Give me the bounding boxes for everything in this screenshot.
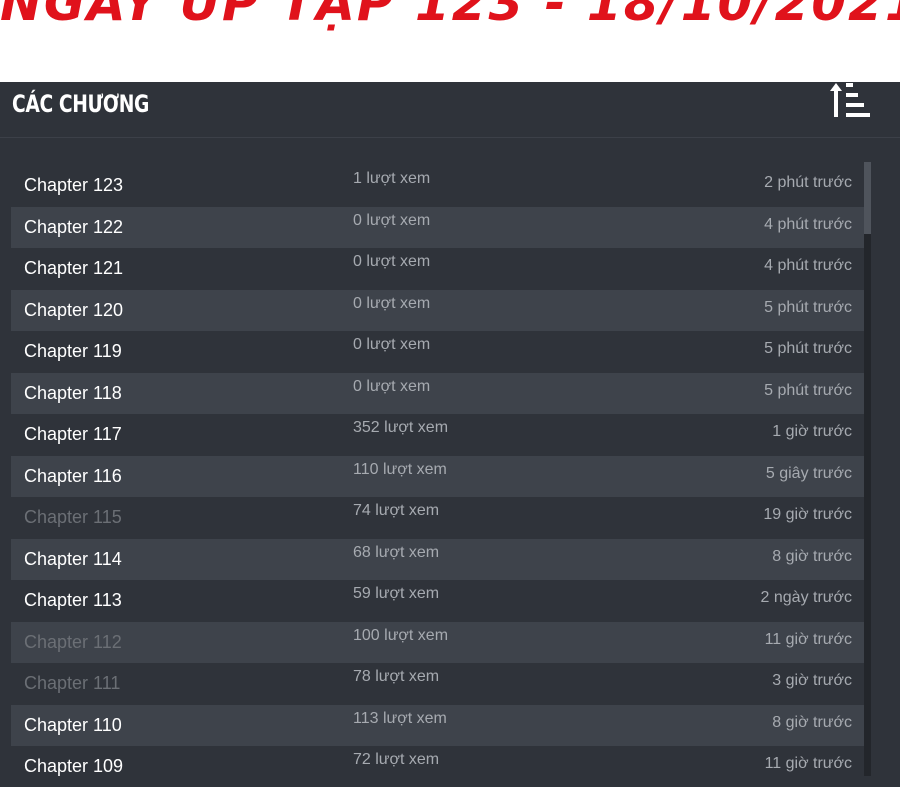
chapter-row[interactable]: Chapter 121 0 lượt xem 4 phút trước: [11, 248, 865, 290]
chapter-updated-time: 19 giờ trước: [763, 506, 852, 523]
chapter-link[interactable]: Chapter 120: [24, 300, 123, 321]
chapter-view-count: 59 lượt xem: [353, 585, 440, 602]
panel-title: CÁC CHƯƠNG: [12, 90, 150, 118]
banner-text: NGÀY UP TẬP 123 - 18/10/2021: [0, 0, 900, 32]
chapter-view-count: 1 lượt xem: [353, 170, 431, 187]
chapter-row[interactable]: Chapter 117 352 lượt xem 1 giờ trước: [11, 414, 865, 456]
announcement-banner: NGÀY UP TẬP 123 - 18/10/2021: [0, 0, 900, 82]
chapter-list: Chapter 123 1 lượt xem 2 phút trước Chapter…: [11, 165, 865, 787]
chapter-view-count: 68 lượt xem: [353, 543, 440, 561]
chapter-view-count: 0 lượt xem: [353, 377, 431, 395]
chapter-updated-time: 8 giờ trước: [772, 713, 852, 731]
chapter-link[interactable]: Chapter 119: [24, 341, 122, 362]
chapter-updated-time: 5 phút trước: [764, 381, 852, 399]
chapter-link[interactable]: Chapter 116: [24, 466, 122, 487]
chapter-view-count: 0 lượt xem: [353, 211, 431, 229]
chapter-row[interactable]: Chapter 116 110 lượt xem 5 giây trước: [11, 455, 865, 497]
chapter-row[interactable]: Chapter 120 0 lượt xem 5 phút trước: [11, 289, 865, 331]
chapter-view-count: 100 lượt xem: [353, 626, 449, 644]
chapter-link[interactable]: Chapter 111: [24, 673, 120, 694]
chapter-updated-time: 5 phút trước: [764, 298, 852, 316]
chapter-updated-time: 2 ngày trước: [760, 589, 852, 606]
scrollbar-thumb[interactable]: [864, 162, 871, 234]
chapter-view-count: 78 lượt xem: [353, 668, 440, 685]
chapter-updated-time: 4 phút trước: [764, 257, 852, 274]
chapter-view-count: 72 lượt xem: [353, 751, 440, 768]
chapter-link[interactable]: Chapter 121: [24, 258, 123, 279]
chapter-row[interactable]: Chapter 113 59 lượt xem 2 ngày trước: [11, 580, 865, 622]
chapter-row[interactable]: Chapter 118 0 lượt xem 5 phút trước: [11, 372, 865, 414]
chapter-link[interactable]: Chapter 115: [24, 507, 122, 528]
chapter-link[interactable]: Chapter 113: [24, 590, 122, 611]
chapter-link[interactable]: Chapter 123: [24, 175, 123, 196]
scrollbar[interactable]: [864, 162, 871, 776]
chapter-updated-time: 1 giờ trước: [772, 423, 852, 440]
chapter-row[interactable]: Chapter 109 72 lượt xem 11 giờ trước: [11, 746, 865, 787]
chapter-row[interactable]: Chapter 119 0 lượt xem 5 phút trước: [11, 331, 865, 373]
chapter-updated-time: 5 giây trước: [765, 464, 852, 482]
chapter-link[interactable]: Chapter 110: [24, 715, 122, 736]
chapter-view-count: 74 lượt xem: [353, 502, 440, 519]
chapter-view-count: 0 lượt xem: [353, 294, 431, 312]
chapter-link[interactable]: Chapter 109: [24, 756, 123, 777]
chapter-updated-time: 4 phút trước: [764, 215, 852, 233]
chapter-row[interactable]: Chapter 114 68 lượt xem 8 giờ trước: [11, 538, 865, 580]
chapter-view-count: 110 lượt xem: [353, 460, 447, 478]
chapter-list-panel: CÁC CHƯƠNG Chapter 123 1 lượt xem 2 phút t…: [0, 82, 900, 787]
chapter-row[interactable]: Chapter 112 100 lượt xem 11 giờ trước: [11, 621, 865, 663]
chapter-link[interactable]: Chapter 114: [24, 549, 122, 570]
chapter-updated-time: 3 giờ trước: [772, 672, 852, 689]
chapter-view-count: 0 lượt xem: [353, 253, 431, 270]
sort-order-button[interactable]: [830, 83, 872, 119]
chapter-updated-time: 5 phút trước: [764, 340, 852, 357]
chapter-row[interactable]: Chapter 111 78 lượt xem 3 giờ trước: [11, 663, 865, 705]
chapter-view-count: 0 lượt xem: [353, 336, 431, 353]
sort-ascending-icon: [830, 83, 870, 117]
chapter-updated-time: 11 giờ trước: [764, 755, 852, 772]
chapter-row[interactable]: Chapter 123 1 lượt xem 2 phút trước: [11, 165, 865, 207]
chapter-view-count: 352 lượt xem: [353, 419, 449, 436]
chapter-link[interactable]: Chapter 112: [24, 632, 122, 653]
chapter-row[interactable]: Chapter 115 74 lượt xem 19 giờ trước: [11, 497, 865, 539]
chapter-link[interactable]: Chapter 117: [24, 424, 122, 445]
chapter-view-count: 113 lượt xem: [353, 709, 447, 727]
chapter-row[interactable]: Chapter 122 0 lượt xem 4 phút trước: [11, 206, 865, 248]
chapter-updated-time: 2 phút trước: [764, 174, 852, 191]
chapter-updated-time: 8 giờ trước: [772, 547, 852, 565]
chapter-updated-time: 11 giờ trước: [764, 630, 852, 648]
chapter-link[interactable]: Chapter 122: [24, 217, 123, 238]
panel-header: CÁC CHƯƠNG: [0, 82, 900, 138]
chapter-row[interactable]: Chapter 110 113 lượt xem 8 giờ trước: [11, 704, 865, 746]
chapter-link[interactable]: Chapter 118: [24, 383, 122, 404]
